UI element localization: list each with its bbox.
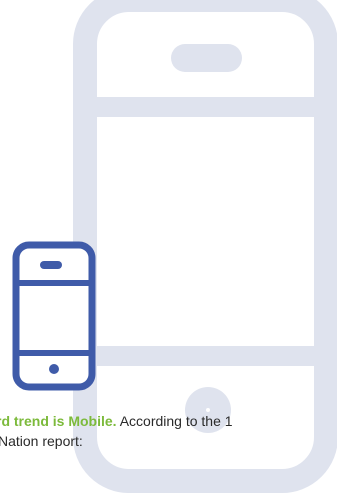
caption-text-line-1: According to the 1: [116, 413, 233, 429]
small-phone-top-bar: [16, 280, 92, 286]
caption-highlight: rd trend is Mobile.: [0, 413, 117, 429]
small-phone-speaker: [40, 261, 62, 269]
caption-line-2: Nation report:: [0, 433, 83, 449]
small-phone-home-button: [49, 364, 59, 374]
caption: rd trend is Mobile. According to the 1 N…: [0, 412, 337, 462]
small-phone-bottom-bar: [16, 350, 92, 356]
caption-line-1: rd trend is Mobile. According to the 1: [0, 412, 233, 431]
